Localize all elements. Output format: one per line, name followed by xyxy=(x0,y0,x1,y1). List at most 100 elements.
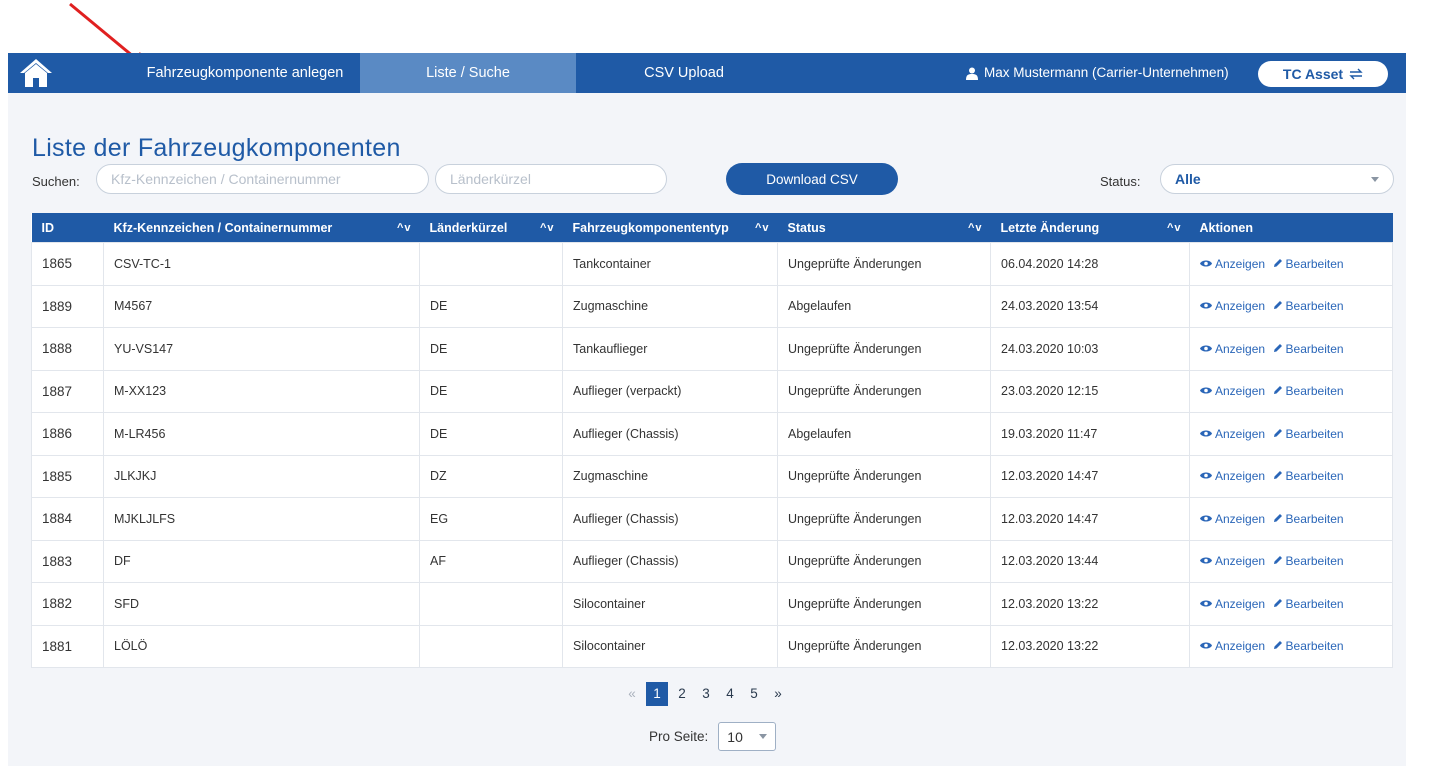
view-action-label: Anzeigen xyxy=(1215,341,1266,356)
home-icon[interactable] xyxy=(18,57,54,89)
cell-country: DE xyxy=(419,327,563,371)
eye-icon xyxy=(1200,639,1212,653)
view-action[interactable]: Anzeigen xyxy=(1200,427,1265,441)
cell-last-change: 23.03.2020 12:15 xyxy=(990,369,1190,413)
cell-country: DE xyxy=(419,412,563,456)
view-action[interactable]: Anzeigen xyxy=(1200,597,1265,611)
column-header-type[interactable]: Fahrzeugkomponententyp ^v xyxy=(562,213,778,243)
eye-icon xyxy=(1200,469,1212,483)
plate-search-input[interactable] xyxy=(96,164,429,194)
column-header-plate[interactable]: Kfz-Kennzeichen / Containernummer ^v xyxy=(103,213,420,243)
cell-plate: MJKLJLFS xyxy=(103,497,420,541)
edit-action[interactable]: Bearbeiten xyxy=(1273,299,1344,313)
pagination-prev[interactable]: « xyxy=(622,682,642,706)
view-action[interactable]: Anzeigen xyxy=(1200,512,1265,526)
view-action[interactable]: Anzeigen xyxy=(1200,469,1265,483)
column-header-last-change[interactable]: Letzte Änderung ^v xyxy=(990,213,1190,243)
table-row: 1888 YU-VS147 DE Tankauflieger Ungeprüfte Än… xyxy=(31,327,1393,371)
sort-icon[interactable]: ^v xyxy=(755,222,770,234)
cell-status: Ungeprüfte Änderungen xyxy=(777,369,991,413)
cell-plate: JLKJKJ xyxy=(103,454,420,498)
view-action-label: Anzeigen xyxy=(1215,596,1266,611)
cell-id: 1865 xyxy=(31,242,104,286)
view-action-label: Anzeigen xyxy=(1215,511,1266,526)
pencil-icon xyxy=(1273,257,1283,271)
edit-action[interactable]: Bearbeiten xyxy=(1273,639,1344,653)
status-filter-select[interactable]: Alle xyxy=(1160,164,1394,194)
cell-actions: Anzeigen Bearbeiten xyxy=(1189,284,1393,328)
cell-plate: M-LR456 xyxy=(103,412,420,456)
edit-action[interactable]: Bearbeiten xyxy=(1273,427,1344,441)
swap-icon xyxy=(1349,68,1363,80)
cell-country xyxy=(419,242,563,286)
view-action[interactable]: Anzeigen xyxy=(1200,384,1265,398)
column-header-actions: Aktionen xyxy=(1189,213,1393,243)
table-row: 1883 DF AF Auflieger (Chassis) Ungeprüfte Än… xyxy=(31,539,1393,583)
view-action-label: Anzeigen xyxy=(1215,639,1266,654)
cell-id: 1884 xyxy=(31,497,104,541)
eye-icon xyxy=(1200,554,1212,568)
cell-actions: Anzeigen Bearbeiten xyxy=(1189,582,1393,626)
view-action[interactable]: Anzeigen xyxy=(1200,342,1265,356)
column-header-status[interactable]: Status ^v xyxy=(777,213,991,243)
per-page-control: Pro Seite: 10 xyxy=(649,722,777,751)
view-action[interactable]: Anzeigen xyxy=(1200,639,1265,653)
pagination-page-5[interactable]: 5 xyxy=(744,682,764,706)
pagination-page-1[interactable]: 1 xyxy=(646,682,668,706)
per-page-select[interactable]: 10 xyxy=(718,722,777,751)
cell-last-change: 12.03.2020 13:22 xyxy=(990,582,1190,626)
cell-actions: Anzeigen Bearbeiten xyxy=(1189,497,1393,541)
view-action-label: Anzeigen xyxy=(1215,256,1266,271)
cell-actions: Anzeigen Bearbeiten xyxy=(1189,624,1393,668)
pagination-page-2[interactable]: 2 xyxy=(672,682,692,706)
view-action-label: Anzeigen xyxy=(1215,554,1266,569)
edit-action[interactable]: Bearbeiten xyxy=(1273,342,1344,356)
sort-icon[interactable]: ^v xyxy=(540,222,555,234)
tc-asset-label: TC Asset xyxy=(1282,66,1344,82)
sort-icon[interactable]: ^v xyxy=(397,222,412,234)
cell-type: Silocontainer xyxy=(562,582,778,626)
edit-action-label: Bearbeiten xyxy=(1285,256,1344,271)
cell-status: Ungeprüfte Änderungen xyxy=(777,624,991,668)
pagination-page-4[interactable]: 4 xyxy=(720,682,740,706)
view-action[interactable]: Anzeigen xyxy=(1200,554,1265,568)
cell-id: 1889 xyxy=(31,284,104,328)
pagination-next[interactable]: » xyxy=(768,682,788,706)
view-action-label: Anzeigen xyxy=(1215,384,1266,399)
edit-action[interactable]: Bearbeiten xyxy=(1273,554,1344,568)
download-csv-button[interactable]: Download CSV xyxy=(726,163,898,195)
cell-id: 1882 xyxy=(31,582,104,626)
sort-icon[interactable]: ^v xyxy=(968,222,983,234)
view-action[interactable]: Anzeigen xyxy=(1200,299,1265,313)
pencil-icon xyxy=(1273,597,1283,611)
table-row: 1889 M4567 DE Zugmaschine Abgelaufen 24.03.20… xyxy=(31,284,1393,328)
edit-action[interactable]: Bearbeiten xyxy=(1273,597,1344,611)
cell-id: 1887 xyxy=(31,369,104,413)
edit-action-label: Bearbeiten xyxy=(1285,384,1344,399)
tc-asset-button[interactable]: TC Asset xyxy=(1258,61,1388,87)
top-navbar: Fahrzeugkomponente anlegen Liste / Suche… xyxy=(8,53,1406,93)
view-action[interactable]: Anzeigen xyxy=(1200,257,1265,271)
user-menu[interactable]: Max Mustermann (Carrier-Unternehmen) xyxy=(966,53,1229,93)
cell-id: 1885 xyxy=(31,454,104,498)
edit-action[interactable]: Bearbeiten xyxy=(1273,512,1344,526)
pagination-page-3[interactable]: 3 xyxy=(696,682,716,706)
table-row: 1886 M-LR456 DE Auflieger (Chassis) Abgelauf… xyxy=(31,412,1393,456)
column-header-id[interactable]: ID xyxy=(31,213,104,243)
cell-status: Abgelaufen xyxy=(777,284,991,328)
cell-country: DE xyxy=(419,284,563,328)
column-header-country[interactable]: Länderkürzel ^v xyxy=(419,213,563,243)
nav-item-list-search[interactable]: Liste / Suche xyxy=(360,53,576,93)
nav-item-create-component[interactable]: Fahrzeugkomponente anlegen xyxy=(130,53,360,93)
edit-action[interactable]: Bearbeiten xyxy=(1273,384,1344,398)
country-code-input[interactable] xyxy=(435,164,667,194)
edit-action[interactable]: Bearbeiten xyxy=(1273,469,1344,483)
sort-icon[interactable]: ^v xyxy=(1167,222,1182,234)
pencil-icon xyxy=(1273,384,1283,398)
cell-country: AF xyxy=(419,539,563,583)
pencil-icon xyxy=(1273,512,1283,526)
nav-item-csv-upload[interactable]: CSV Upload xyxy=(576,53,792,93)
edit-action[interactable]: Bearbeiten xyxy=(1273,257,1344,271)
cell-last-change: 19.03.2020 11:47 xyxy=(990,412,1190,456)
chevron-down-icon xyxy=(759,734,768,739)
